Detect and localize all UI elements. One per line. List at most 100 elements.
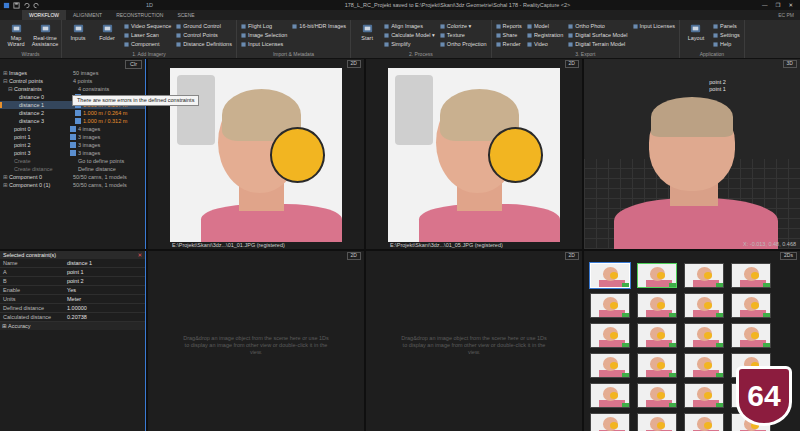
model-viewport[interactable]: 3Dpoint 2point 1X: -0.013, 0.48, 0.468 <box>584 59 800 249</box>
ribbon-tab[interactable]: WORKFLOW <box>22 10 66 20</box>
image-thumbnail[interactable] <box>637 353 677 378</box>
image-thumbnail[interactable] <box>684 383 724 408</box>
image-thumbnail[interactable] <box>684 353 724 378</box>
ribbon-button[interactable]: Share <box>496 31 522 39</box>
property-row[interactable]: Namedistance 1 <box>0 259 145 268</box>
tree-row[interactable]: distance 21.000 m / 0.264 m <box>0 109 145 117</box>
point-marker[interactable]: point 1 <box>709 86 726 92</box>
ribbon-button[interactable]: Input Licenses <box>633 22 675 30</box>
ribbon-button[interactable]: Flight Log <box>241 22 287 30</box>
image-thumbnail[interactable] <box>590 293 630 318</box>
clear-button[interactable]: Clr <box>125 60 142 69</box>
tree-row[interactable]: point 13 images <box>0 133 145 141</box>
property-row[interactable]: EnableYes <box>0 286 145 295</box>
property-row[interactable]: Calculated distance0.20738 <box>0 313 145 322</box>
layout-tab[interactable]: 1D <box>146 2 153 8</box>
image-thumbnail[interactable] <box>731 293 771 318</box>
ribbon-tab[interactable]: SCENE <box>170 10 201 20</box>
ribbon-button[interactable]: Laser Scan <box>124 31 171 39</box>
ribbon-button[interactable]: Reports <box>496 22 522 30</box>
tree-row[interactable]: point 33 images <box>0 149 145 157</box>
ribbon-big-button[interactable]: Inputs <box>66 22 90 51</box>
image-thumbnail[interactable] <box>684 293 724 318</box>
image-thumbnail[interactable] <box>684 413 724 431</box>
app-logo-icon[interactable] <box>3 2 10 9</box>
property-row[interactable]: Bpoint 2 <box>0 277 145 286</box>
ribbon-button[interactable]: Video <box>527 40 563 48</box>
expand-toggle[interactable]: ⊞ <box>3 174 9 180</box>
viewport-label[interactable]: 2D <box>565 60 579 68</box>
image-thumbnail[interactable] <box>637 293 677 318</box>
image-thumbnail[interactable] <box>684 323 724 348</box>
viewport-label[interactable]: 3D <box>783 60 797 68</box>
ribbon-button[interactable]: Help <box>713 40 740 48</box>
image-viewport[interactable]: 2DE:\Projekt\Skani\3dz...\01_05.JPG (reg… <box>366 59 582 249</box>
image-thumbnail[interactable] <box>590 413 630 431</box>
tree-row[interactable]: ⊞Component 0 (1)50/50 cams, 1 models <box>0 181 145 189</box>
image-thumbnail[interactable] <box>637 263 677 288</box>
tree-row[interactable]: point 23 images <box>0 141 145 149</box>
image-viewport[interactable]: 2DE:\Projekt\Skani\3dz...\01_01.JPG (reg… <box>148 59 364 249</box>
ribbon-button[interactable]: Digital Surface Model <box>568 31 627 39</box>
ribbon-button[interactable]: Calculate Model ▾ <box>384 31 435 39</box>
ribbon-button[interactable]: Control Points <box>176 31 232 39</box>
expand-toggle[interactable]: ⊞ <box>3 182 9 188</box>
tree-row[interactable]: Create distanceDefine distance <box>0 165 145 173</box>
enable-checkbox[interactable] <box>70 134 76 140</box>
ribbon-button[interactable]: 16-bit/HDR Images <box>292 22 346 30</box>
tree-row[interactable]: distance 31.000 m / 0.312 m <box>0 117 145 125</box>
enable-checkbox[interactable] <box>70 150 76 156</box>
enable-checkbox[interactable] <box>70 142 76 148</box>
property-row[interactable]: UnitsMeter <box>0 295 145 304</box>
tree-row[interactable]: ⊟Constraints4 constraints <box>0 85 145 93</box>
redo-icon[interactable] <box>33 2 40 9</box>
ribbon-button[interactable]: Distance Definitions <box>176 40 232 48</box>
image-thumbnail[interactable] <box>637 323 677 348</box>
image-thumbnail[interactable] <box>590 263 630 288</box>
ribbon-big-button[interactable]: Layout <box>684 22 708 51</box>
property-row[interactable]: Apoint 1 <box>0 268 145 277</box>
save-icon[interactable] <box>13 2 20 9</box>
ribbon-button[interactable]: Digital Terrain Model <box>568 40 627 48</box>
ribbon-button[interactable]: Registration <box>527 31 563 39</box>
accuracy-section[interactable]: ⊞Accuracy <box>0 322 145 330</box>
image-thumbnail[interactable] <box>637 383 677 408</box>
image-thumbnail[interactable] <box>637 413 677 431</box>
ribbon-button[interactable]: Render <box>496 40 522 48</box>
ribbon-button[interactable]: Settings <box>713 31 740 39</box>
undo-icon[interactable] <box>23 2 30 9</box>
ribbon-big-button[interactable]: Real-time Assistance <box>33 22 57 51</box>
image-thumbnail[interactable] <box>590 323 630 348</box>
ribbon-button[interactable]: Ground Control <box>176 22 232 30</box>
image-thumbnail[interactable] <box>731 263 771 288</box>
ribbon-button[interactable]: Image Selection <box>241 31 287 39</box>
viewport-label[interactable]: 2D <box>347 60 361 68</box>
ribbon-button[interactable]: Simplify <box>384 40 435 48</box>
image-thumbnail[interactable] <box>731 323 771 348</box>
empty-viewport[interactable]: 2DDrag&drop an image object from the sce… <box>366 251 582 431</box>
viewport-label[interactable]: 2D <box>565 252 579 260</box>
ribbon-button[interactable]: Input Licenses <box>241 40 287 48</box>
tree-row[interactable]: ⊟Control points4 points <box>0 77 145 85</box>
point-marker[interactable]: point 2 <box>709 79 726 85</box>
ribbon-big-button[interactable]: Map Wizard <box>4 22 28 51</box>
viewport-label[interactable]: 2Ds <box>780 252 797 260</box>
ribbon-button[interactable]: Panels <box>713 22 740 30</box>
ribbon-tab[interactable]: RECONSTRUCTION <box>109 10 170 20</box>
image-thumbnail[interactable] <box>590 353 630 378</box>
expand-toggle[interactable]: ⊟ <box>8 86 14 92</box>
empty-viewport[interactable]: 2DDrag&drop an image object from the sce… <box>148 251 364 431</box>
ribbon-button[interactable]: Model <box>527 22 563 30</box>
ribbon-button[interactable]: Align Images <box>384 22 435 30</box>
ribbon-tab[interactable]: ALIGNMENT <box>66 10 109 20</box>
window-control-button[interactable]: ✕ <box>788 2 793 8</box>
image-thumbnail[interactable] <box>590 383 630 408</box>
enable-checkbox[interactable] <box>70 126 76 132</box>
image-thumbnail[interactable] <box>684 263 724 288</box>
tree-row[interactable]: ⊞Component 050/50 cams, 1 models <box>0 173 145 181</box>
viewport-label[interactable]: 2D <box>347 252 361 260</box>
window-control-button[interactable]: — <box>762 2 768 8</box>
tree-row[interactable]: CreateGo to define points <box>0 157 145 165</box>
ribbon-button[interactable]: Ortho Projection <box>440 40 487 48</box>
ribbon-button[interactable]: Ortho Photo <box>568 22 627 30</box>
